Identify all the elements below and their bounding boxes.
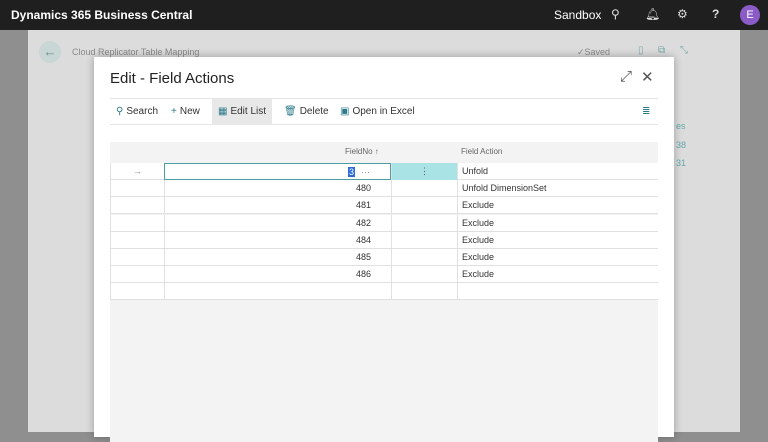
field-action-value: Exclude [462, 217, 495, 228]
field-actions-grid: FieldNo ↑ Field Action → 3 ··· ⋮ Unfold 480 Un… [110, 142, 658, 442]
collapse-icon[interactable]: ⤡ [680, 45, 688, 56]
field-action-value: Unfold [462, 166, 489, 176]
row-selector[interactable] [110, 283, 164, 301]
close-icon[interactable]: ✕ [641, 68, 654, 86]
table-row[interactable] [110, 283, 658, 301]
empty-cell[interactable] [391, 180, 457, 198]
field-action-cell[interactable] [457, 283, 658, 301]
field-action-cell[interactable]: Exclude [457, 197, 658, 215]
table-row[interactable]: 482 Exclude [110, 214, 658, 232]
row-selector[interactable] [110, 180, 164, 198]
avatar[interactable]: E [740, 5, 760, 25]
new-button[interactable]: + New [167, 99, 204, 125]
search-icon: ⚲ [116, 106, 124, 117]
field-action-value: Exclude [462, 252, 495, 262]
fieldno-cell[interactable]: 480 [164, 180, 391, 198]
lookup-ellipsis-icon[interactable]: ··· [361, 167, 370, 177]
field-action-value: Exclude [462, 200, 495, 211]
trash-icon: 🗑︎ [284, 106, 297, 117]
fieldno-cell[interactable]: 482 [164, 214, 391, 232]
column-header-fieldno[interactable]: FieldNo ↑ [345, 147, 379, 156]
action-bar: ⚲ Search + New ▦ Edit List 🗑︎ Delete ▣ Open i… [110, 98, 658, 125]
bg-column-fragment: es [676, 121, 686, 131]
edit-list-icon: ▦ [218, 106, 228, 117]
field-action-value: Exclude [462, 269, 495, 280]
edit-field-actions-dialog: Edit - Field Actions ⤢ ✕ ⚲ Search + New ▦ E… [94, 57, 674, 442]
bell-icon[interactable]: 🔔︎ [645, 7, 660, 21]
search-label: Search [126, 106, 159, 117]
delete-label: Delete [299, 106, 329, 117]
field-action-cell[interactable]: Exclude [457, 231, 658, 249]
empty-cell[interactable] [391, 197, 457, 215]
background-page-title: Cloud Replicator Table Mapping [72, 47, 200, 57]
current-row-arrow-icon[interactable]: → [110, 163, 164, 180]
open-new-window-icon[interactable]: ⧉ [658, 45, 665, 56]
field-action-cell[interactable]: Exclude [457, 249, 658, 266]
empty-cell[interactable] [391, 231, 457, 249]
fieldno-value: 486 [355, 269, 371, 280]
new-label: New [179, 106, 200, 117]
table-row[interactable]: 480 Unfold DimensionSet [110, 180, 658, 198]
edit-list-label: Edit List [230, 106, 267, 117]
fieldno-value: 484 [355, 234, 371, 245]
edit-list-button[interactable]: ▦ Edit List [212, 99, 273, 125]
table-row[interactable]: 484 Exclude [110, 231, 658, 249]
fieldno-value: 481 [355, 200, 371, 211]
field-action-cell[interactable]: Exclude [457, 214, 658, 232]
row-selector[interactable] [110, 266, 164, 284]
row-selector[interactable] [110, 249, 164, 266]
table-row[interactable]: 485 Exclude [110, 249, 658, 266]
field-action-value: Exclude [462, 234, 495, 245]
fieldno-cell[interactable] [164, 283, 391, 301]
plus-icon: + [171, 106, 177, 117]
bookmark-icon[interactable]: ▯ [638, 45, 644, 56]
empty-cell[interactable] [391, 214, 457, 232]
fieldno-cell[interactable]: 3 ··· [164, 163, 391, 180]
delete-button[interactable]: 🗑︎ Delete [280, 99, 333, 125]
empty-cell[interactable] [391, 283, 457, 301]
fieldno-value: 480 [355, 183, 371, 194]
open-in-excel-label: Open in Excel [352, 106, 415, 117]
fieldno-value: 482 [355, 217, 371, 228]
row-selector[interactable] [110, 214, 164, 232]
empty-cell[interactable] [391, 266, 457, 284]
row-selector[interactable] [110, 231, 164, 249]
open-in-excel-button[interactable]: ▣ Open in Excel [336, 99, 419, 125]
help-icon[interactable]: ? [712, 7, 719, 21]
table-row[interactable]: 481 Exclude [110, 197, 658, 215]
column-header-field-action[interactable]: Field Action [461, 147, 502, 156]
gear-icon[interactable]: ⚙ [677, 7, 688, 21]
expand-icon[interactable]: ⤢ [620, 68, 632, 85]
fieldno-value: 485 [355, 252, 371, 262]
fieldno-cell[interactable]: 486 [164, 266, 391, 284]
field-action-cell[interactable]: Unfold [457, 163, 658, 180]
bg-cell-fragment: 38 [676, 140, 687, 150]
app-title: Dynamics 365 Business Central [11, 8, 193, 22]
back-arrow-icon[interactable]: ← [39, 41, 61, 63]
environment-label: Sandbox [554, 8, 602, 22]
list-options-icon[interactable]: ≣ [638, 99, 654, 125]
fieldno-cell[interactable]: 481 [164, 197, 391, 215]
row-menu-icon[interactable]: ⋮ [391, 163, 457, 180]
fieldno-cell[interactable]: 485 [164, 249, 391, 266]
field-action-cell[interactable]: Exclude [457, 266, 658, 284]
table-row[interactable]: → 3 ··· ⋮ Unfold [110, 163, 658, 180]
dialog-title: Edit - Field Actions [110, 70, 235, 87]
row-selector[interactable] [110, 197, 164, 215]
search-icon[interactable]: ⚲ [611, 7, 620, 21]
bg-cell-fragment: 31 [676, 158, 687, 168]
field-action-cell[interactable]: Unfold DimensionSet [457, 180, 658, 198]
table-row[interactable]: 486 Exclude [110, 266, 658, 284]
empty-cell[interactable] [391, 249, 457, 266]
fieldno-cell[interactable]: 484 [164, 231, 391, 249]
top-bar: Dynamics 365 Business Central Sandbox ⚲ … [0, 0, 768, 30]
excel-icon: ▣ [340, 106, 350, 117]
search-button[interactable]: ⚲ Search [112, 99, 162, 125]
field-action-value: Unfold DimensionSet [462, 183, 547, 194]
fieldno-value: 3 [347, 167, 355, 177]
